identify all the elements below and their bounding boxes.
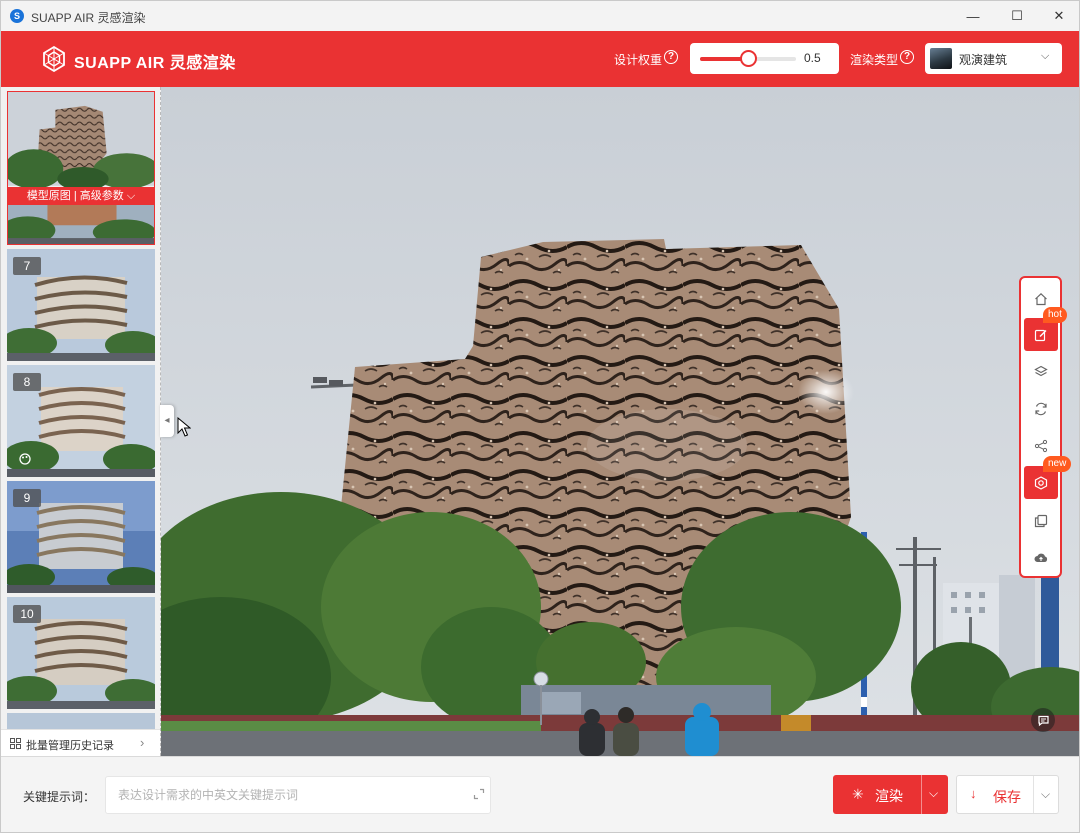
copy-icon [1034,514,1048,527]
feedback-chat-button[interactable] [1031,708,1055,732]
history-thumbnail-number: 10 [13,605,41,623]
sparkle-icon: ✳ [852,786,864,802]
chat-icon [1037,715,1049,726]
render-type-help-icon[interactable]: ? [900,50,914,64]
slider-handle[interactable] [740,50,757,67]
toolbar-refresh-button[interactable] [1024,392,1058,425]
model-original-advanced-params-toggle[interactable]: 模型原图 | 高级参数 ⌵ [8,187,154,205]
render-type-select[interactable]: 观演建筑 ⌵ [925,43,1062,74]
window-title: SUAPP AIR 灵感渲染 [31,11,146,25]
side-toolbar: hot new [1019,276,1072,578]
mouse-cursor-icon [177,417,191,437]
prompt-bar: 关键提示词： ✳ 渲染 ⌵ ↓ 保存 ⌵ [1,756,1079,832]
render-result-image [7,713,155,729]
render-type-label: 渲染类型 [850,53,899,67]
save-button-divider [1033,776,1034,813]
download-icon: ↓ [970,786,977,801]
design-weight-help-icon[interactable]: ? [664,50,678,64]
history-thumbnail-partial[interactable] [7,713,155,729]
app-window: S SUAPP AIR 灵感渲染 — ☐ ✕ SUAPP AIR 灵感渲染 设计… [0,0,1080,833]
layers-icon [1034,365,1048,376]
grid-icon [10,738,21,749]
render-options-chevron-icon[interactable]: ⌵ [929,786,938,801]
toolbar-copy-button[interactable] [1024,504,1058,537]
app-logo-icon: S [10,9,24,23]
cloud-upload-icon [1034,553,1048,562]
chevron-right-icon: › [140,735,145,750]
toolbar-layers-button[interactable] [1024,355,1058,388]
prompt-input[interactable] [105,776,491,814]
batch-history-manager-label: 批量管理历史记录 [26,740,114,752]
render-button-divider [921,775,922,814]
save-button-label: 保存 [993,789,1021,805]
slider-track[interactable] [700,50,796,67]
minimize-button[interactable]: — [951,1,995,31]
model-preview-image [161,87,1079,756]
history-thumbnail-number: 7 [13,257,41,275]
title-bar: S SUAPP AIR 灵感渲染 — ☐ ✕ [1,1,1079,31]
render-button-label: 渲染 [875,788,903,804]
hexagon-model-icon [1034,475,1048,490]
render-type-thumbnail [930,48,952,69]
history-thumbnail-number: 9 [13,489,41,507]
share-icon [1034,439,1048,452]
save-button[interactable]: ↓ 保存 ⌵ [956,775,1059,814]
history-thumbnail-number: 8 [13,373,41,391]
history-thumbnail[interactable]: 8 [7,365,155,477]
close-button[interactable]: ✕ [1037,1,1079,31]
history-thumbnail[interactable]: 9 [7,481,155,593]
save-options-chevron-icon[interactable]: ⌵ [1041,787,1050,802]
new-badge: new [1043,456,1072,472]
maximize-button[interactable]: ☐ [995,1,1039,31]
design-weight-value: 0.5 [804,51,821,65]
render-button[interactable]: ✳ 渲染 ⌵ [833,775,948,814]
original-model-thumbnail[interactable]: 模型原图 | 高级参数 ⌵ [7,91,155,245]
brand-logo-icon [43,46,65,72]
design-weight-slider[interactable]: 0.5 [690,43,839,74]
home-icon [1035,292,1047,305]
render-canvas[interactable] [161,87,1079,756]
chevron-down-icon: ⌵ [1041,50,1050,62]
app-header: SUAPP AIR 灵感渲染 设计权重 ? 0.5 渲染类型 ? 观演建筑 ⌵ [1,31,1079,87]
design-weight-label: 设计权重 [614,53,663,67]
prompt-label: 关键提示词： [23,790,96,804]
expand-icon[interactable] [473,788,485,800]
brand-name: SUAPP AIR 灵感渲染 [74,55,236,72]
history-panel: 模型原图 | 高级参数 ⌵ 7 8 9 10 批量管理历史记录 › [1,87,161,756]
hot-badge: hot [1043,307,1067,323]
edit-icon [1034,329,1047,341]
batch-history-manager-button[interactable]: 批量管理历史记录 › [1,729,160,756]
collapse-panel-toggle[interactable]: ◂ [160,405,174,437]
refresh-icon [1035,402,1047,415]
history-thumbnail[interactable]: 7 [7,249,155,361]
original-model-image [8,92,154,244]
toolbar-upload-button[interactable] [1024,541,1058,574]
palette-icon [19,453,31,465]
history-thumbnail[interactable]: 10 [7,597,155,709]
render-type-value: 观演建筑 [959,53,1008,67]
